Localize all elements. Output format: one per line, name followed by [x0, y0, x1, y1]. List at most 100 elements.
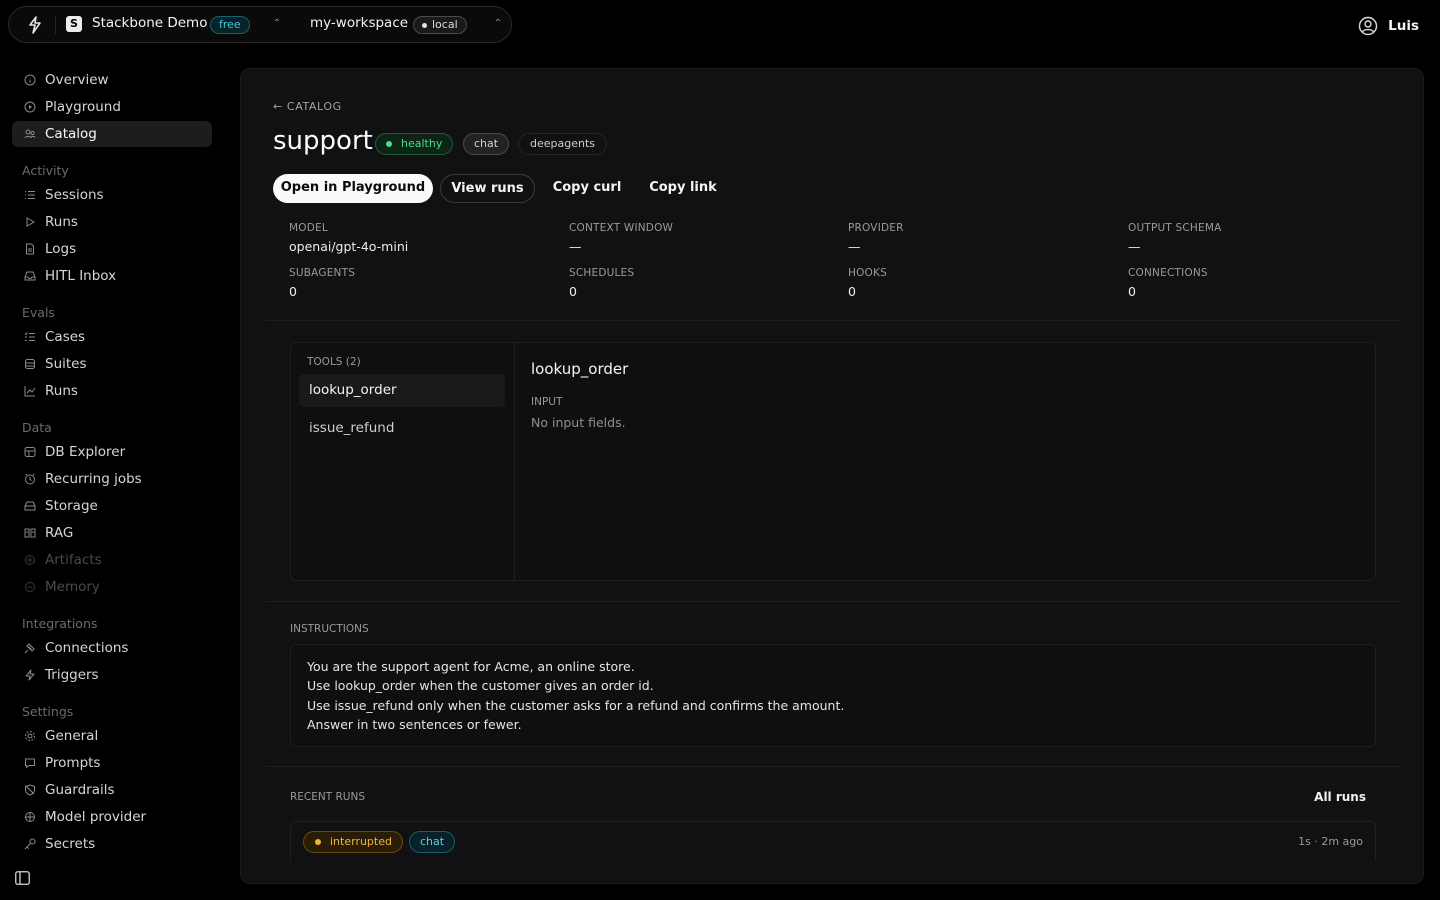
- sidebar-item-label: DB Explorer: [45, 444, 126, 460]
- meta-label-context-window: CONTEXT WINDOW: [569, 222, 674, 234]
- sidebar-item-logs[interactable]: Logs: [12, 236, 212, 262]
- sidebar-item-guardrails[interactable]: Guardrails: [12, 777, 212, 803]
- gear-icon: [25, 731, 35, 741]
- sidebar-item-label: Artifacts: [45, 552, 102, 568]
- sidebar-item-secrets[interactable]: Secrets: [12, 831, 212, 857]
- list-icon: [25, 191, 35, 199]
- divider: [55, 16, 56, 34]
- tools-list: TOOLS (2) lookup_order issue_refund: [291, 343, 515, 580]
- key-icon: [24, 838, 36, 850]
- all-runs-link[interactable]: All runs: [1314, 790, 1366, 804]
- meta-value-schedules: 0: [569, 284, 577, 299]
- divider: [265, 601, 1401, 602]
- meta-value-connections: 0: [1128, 284, 1136, 299]
- sidebar-item-hitl-inbox[interactable]: HITL Inbox: [12, 263, 212, 289]
- user-circle-icon: [1358, 16, 1378, 36]
- org-switch-chevron-icon[interactable]: ⌃: [272, 16, 282, 32]
- run-status-badge: interrupted: [303, 831, 403, 853]
- sidebar-item-label: Secrets: [45, 836, 96, 852]
- sidebar-item-triggers[interactable]: Triggers: [12, 662, 212, 688]
- sidebar-item-model-provider[interactable]: Model provider: [12, 804, 212, 830]
- meta-label-subagents: SUBAGENTS: [289, 267, 356, 279]
- back-to-catalog-link[interactable]: ← CATALOG: [273, 100, 342, 113]
- environment-badge: local: [413, 16, 467, 34]
- sidebar-item-cases[interactable]: Cases: [12, 324, 212, 350]
- sidebar-item-label: Triggers: [45, 667, 99, 683]
- user-menu[interactable]: Luis: [1358, 15, 1419, 37]
- open-in-playground-button[interactable]: Open in Playground: [273, 174, 433, 203]
- agents-icon: [24, 129, 36, 139]
- chart-icon: [24, 386, 36, 397]
- info-icon: [24, 74, 36, 86]
- book-icon: [24, 528, 36, 538]
- sidebar-item-label: Storage: [45, 498, 98, 514]
- sidebar-item-prompts[interactable]: Prompts: [12, 750, 212, 776]
- database-icon: [24, 447, 36, 457]
- sidebar-item-connections[interactable]: Connections: [12, 635, 212, 661]
- org-name[interactable]: Stackbone Demo: [92, 15, 207, 31]
- sidebar-item-overview[interactable]: Overview: [12, 67, 212, 93]
- sidebar-item-label: Model provider: [45, 809, 147, 825]
- meta-label-output-schema: OUTPUT SCHEMA: [1128, 222, 1222, 234]
- brain-icon: [25, 582, 35, 592]
- sidebar-item-eval-runs[interactable]: Runs: [12, 378, 212, 404]
- tool-item-lookup-order[interactable]: lookup_order: [299, 374, 505, 407]
- sidebar-section-settings: Settings: [22, 704, 74, 719]
- meta-label-provider: PROVIDER: [848, 222, 904, 234]
- instructions-box: You are the support agent for Acme, an o…: [290, 644, 1376, 747]
- sidebar-item-general[interactable]: General: [12, 723, 212, 749]
- sidebar-section-activity: Activity: [22, 163, 69, 178]
- sidebar-item-db-explorer[interactable]: DB Explorer: [12, 439, 212, 465]
- storage-icon: [24, 501, 36, 511]
- sidebar-item-label: RAG: [45, 525, 74, 541]
- sidebar-item-label: Memory: [45, 579, 100, 595]
- tool-input-label: INPUT: [531, 396, 563, 408]
- user-name: Luis: [1388, 18, 1419, 34]
- tools-panel: TOOLS (2) lookup_order issue_refund look…: [290, 342, 1376, 581]
- sidebar-item-label: Suites: [45, 356, 87, 372]
- sidebar-item-rag[interactable]: RAG: [12, 520, 212, 546]
- sidebar-section-data: Data: [22, 420, 52, 435]
- sidebar-item-suites[interactable]: Suites: [12, 351, 212, 377]
- divider: [265, 320, 1401, 321]
- workspace-switch-chevron-icon[interactable]: ⌃: [493, 16, 503, 32]
- instructions-label: INSTRUCTIONS: [290, 623, 369, 635]
- plug-icon: [24, 643, 35, 654]
- tool-item-issue-refund[interactable]: issue_refund: [299, 412, 505, 445]
- copy-link-button[interactable]: Copy link: [641, 174, 725, 203]
- run-row[interactable]: interrupted chat 1s · 2m ago: [290, 821, 1376, 861]
- meta-value-output-schema: —: [1128, 239, 1141, 254]
- workspace-name[interactable]: my-workspace: [310, 15, 408, 31]
- status-badge: healthy: [375, 133, 454, 155]
- meta-value-subagents: 0: [289, 284, 297, 299]
- run-tag-badge: chat: [409, 831, 456, 853]
- sidebar-item-runs[interactable]: Runs: [12, 209, 212, 235]
- plan-badge: free: [210, 16, 250, 34]
- view-runs-button[interactable]: View runs: [440, 174, 535, 203]
- tag-badge-framework: deepagents: [518, 133, 608, 155]
- checklist-icon: [24, 332, 35, 341]
- meta-value-provider: —: [848, 239, 861, 254]
- sidebar-item-storage[interactable]: Storage: [12, 493, 212, 519]
- sidebar-item-memory: Memory: [12, 574, 212, 600]
- sidebar-item-sessions[interactable]: Sessions: [12, 182, 212, 208]
- copy-curl-button[interactable]: Copy curl: [544, 174, 630, 203]
- sidebar-item-label: Sessions: [45, 187, 104, 203]
- tool-detail-title: lookup_order: [531, 360, 629, 378]
- sidebar-item-playground[interactable]: Playground: [12, 94, 212, 120]
- stackbone-logo-icon[interactable]: [27, 16, 43, 34]
- agent-detail-panel: ← CATALOG support healthy chat deepagent…: [240, 68, 1424, 884]
- meta-label-connections: CONNECTIONS: [1128, 267, 1208, 279]
- sidebar-toggle-icon[interactable]: [15, 871, 30, 885]
- recent-runs-label: RECENT RUNS: [290, 791, 366, 803]
- sidebar-item-label: Prompts: [45, 755, 101, 771]
- workspace-switcher-bar: S Stackbone Demo free ⌃ my-workspace loc…: [8, 6, 512, 43]
- sidebar-item-catalog[interactable]: Catalog: [12, 121, 212, 147]
- meta-value-hooks: 0: [848, 284, 856, 299]
- model-icon: [25, 812, 35, 822]
- sidebar-item-recurring-jobs[interactable]: Recurring jobs: [12, 466, 212, 492]
- message-icon: [25, 758, 35, 769]
- sidebar-item-label: Overview: [45, 72, 109, 88]
- bolt-icon: [25, 669, 35, 681]
- meta-label-schedules: SCHEDULES: [569, 267, 635, 279]
